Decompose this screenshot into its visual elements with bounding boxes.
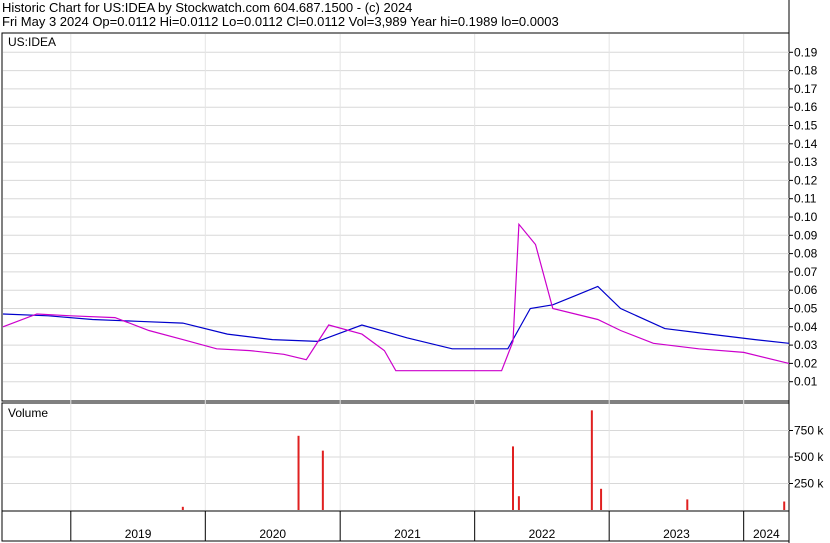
- price-tick-label: 0.13: [794, 155, 818, 169]
- price-tick-label: 0.02: [794, 356, 818, 370]
- year-label: 2019: [125, 527, 152, 541]
- volume-bar: [297, 435, 300, 510]
- price-tick-label: 0.15: [794, 119, 818, 133]
- price-tick-label: 0.10: [794, 210, 818, 224]
- volume-tick-label: 500 k: [794, 450, 824, 464]
- volume-bar: [686, 499, 689, 510]
- price-tick-label: 0.09: [794, 228, 818, 242]
- volume-bar: [590, 410, 593, 510]
- year-label: 2022: [529, 527, 556, 541]
- price-tick-label: 0.08: [794, 247, 818, 261]
- volume-bar: [600, 488, 603, 510]
- price-tick-label: 0.07: [794, 265, 818, 279]
- volume-tick-label: 750 k: [794, 424, 824, 438]
- volume-label: Volume: [8, 406, 48, 420]
- volume-bar: [511, 446, 514, 510]
- price-tick-label: 0.05: [794, 302, 818, 316]
- price-tick-label: 0.14: [794, 137, 818, 151]
- volume-axis: 250 k 500 k 750 k: [789, 424, 824, 491]
- symbol-label: US:IDEA: [8, 35, 56, 49]
- price-tick-label: 0.03: [794, 338, 818, 352]
- price-axis: 0.01 0.02 0.03 0.04 0.05 0.06 0.07 0.08 0.09 0.10…: [789, 45, 818, 389]
- price-tick-label: 0.01: [794, 375, 818, 389]
- price-tick-label: 0.12: [794, 173, 818, 187]
- price-tick-label: 0.17: [794, 82, 818, 96]
- price-tick-label: 0.11: [794, 192, 817, 206]
- price-tick-label: 0.04: [794, 320, 818, 334]
- price-tick-label: 0.06: [794, 283, 818, 297]
- price-tick-label: 0.19: [794, 45, 818, 59]
- year-label: 2021: [394, 527, 421, 541]
- historic-chart: 0.01 0.02 0.03 0.04 0.05 0.06 0.07 0.08 0.09 0.10…: [1, 0, 824, 543]
- volume-bar: [783, 501, 786, 510]
- year-label: 2024: [753, 527, 780, 541]
- year-label: 2023: [663, 527, 690, 541]
- volume-bar: [321, 450, 324, 510]
- volume-tick-label: 250 k: [794, 477, 824, 491]
- price-tick-label: 0.16: [794, 100, 818, 114]
- volume-bar: [517, 496, 520, 510]
- volume-bar: [181, 506, 184, 510]
- year-label: 2020: [259, 527, 286, 541]
- price-tick-label: 0.18: [794, 64, 818, 78]
